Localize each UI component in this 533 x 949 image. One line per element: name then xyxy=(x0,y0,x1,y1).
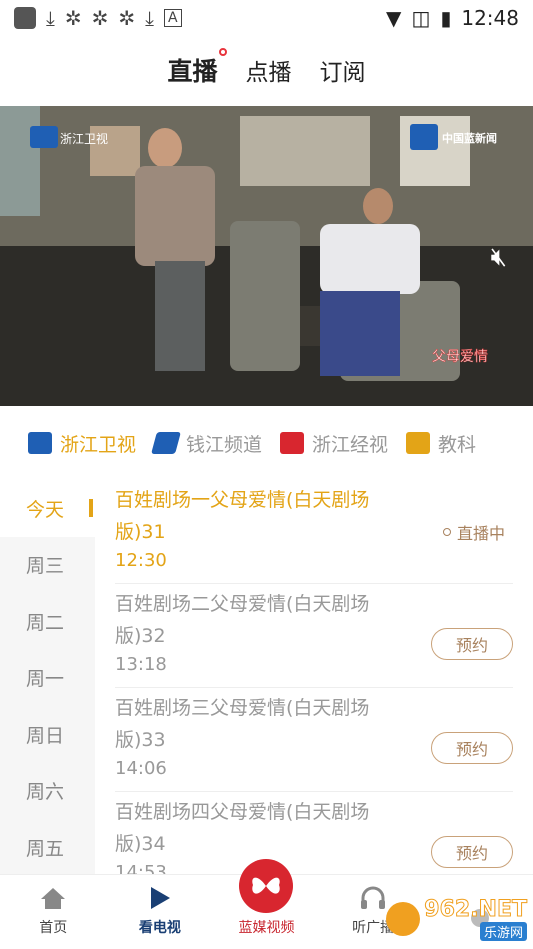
day-item-sun[interactable]: 周日 xyxy=(0,706,95,763)
bug-icon: ✲ xyxy=(91,6,109,30)
wifi-icon: ▼ xyxy=(386,6,402,30)
program-item[interactable]: 百姓剧场二父母爱情(白天剧场版)32 预约 13:18 xyxy=(115,584,513,688)
notification-icons: ⤓ ✲ ✲ ✲ ⤓ A xyxy=(14,6,182,30)
bottom-nav: 首页 看电视 蓝媒视频 听广播 962.NET 乐游网 xyxy=(0,859,533,949)
watermark: 962.NET 乐游网 xyxy=(386,897,527,941)
reserve-button[interactable]: 预约 xyxy=(431,732,513,764)
watermark-logo-icon xyxy=(386,902,421,936)
status-bar: ⤓ ✲ ✲ ✲ ⤓ A ▼ ◫ ▮ 12:48 xyxy=(0,0,533,36)
jingshi-logo-icon xyxy=(280,432,305,454)
app-icon xyxy=(14,7,36,29)
headphones-icon xyxy=(359,883,387,913)
play-icon xyxy=(149,883,171,913)
live-status: 直播中 xyxy=(442,520,505,544)
reserve-button[interactable]: 预约 xyxy=(431,628,513,660)
tab-live[interactable]: 直播 xyxy=(167,48,227,88)
corner-logo-text: 中国蓝新闻 xyxy=(442,132,497,145)
program-caption: 父母爱情 xyxy=(432,349,489,366)
tab-subscribe[interactable]: 订阅 xyxy=(320,53,366,87)
jiaoke-logo-icon xyxy=(406,432,431,454)
channel-selector: 浙江卫视 钱江频道 浙江经视 教科 xyxy=(0,418,533,468)
day-item-sat[interactable]: 周六 xyxy=(0,763,95,820)
download-icon: ⤓ xyxy=(46,6,55,30)
video-player[interactable]: 浙江卫视 中国蓝新闻 父母爱情 🔇︎ xyxy=(0,106,533,406)
program-title: 百姓剧场四父母爱情(白天剧场版)34 xyxy=(115,801,370,855)
program-title: 百姓剧场三父母爱情(白天剧场版)33 xyxy=(115,697,370,751)
download-icon: ⤓ xyxy=(145,6,154,30)
a-icon: A xyxy=(163,9,182,27)
channel-zhejiang-jingshi[interactable]: 浙江经视 xyxy=(280,430,388,457)
program-item[interactable]: 百姓剧场三父母爱情(白天剧场版)33 预约 14:06 xyxy=(115,688,513,792)
program-time: 13:18 xyxy=(115,654,167,675)
channel-logo-text: 浙江卫视 xyxy=(60,132,109,146)
live-ring-icon xyxy=(442,528,451,536)
nav-lanmei-video[interactable]: 蓝媒视频 xyxy=(213,859,320,949)
top-tabs: 直播 点播 订阅 xyxy=(0,44,533,96)
mute-icon[interactable]: 🔇︎ xyxy=(491,242,507,273)
bug-icon: ✲ xyxy=(118,6,136,30)
qianjiang-logo-icon xyxy=(151,432,181,454)
program-list: 百姓剧场一父母爱情(白天剧场版)31 直播中 12:30 百姓剧场二父母爱情(白… xyxy=(95,480,533,874)
battery-icon: ▮ xyxy=(440,6,452,30)
no-sim-icon: ◫ xyxy=(411,6,431,30)
clock: 12:48 xyxy=(461,6,519,30)
nav-tv[interactable]: 看电视 xyxy=(107,875,214,949)
channel-zhejiang-tv[interactable]: 浙江卫视 xyxy=(28,430,136,457)
program-title: 百姓剧场二父母爱情(白天剧场版)32 xyxy=(115,593,370,647)
program-time: 14:06 xyxy=(115,758,167,779)
day-item-wed[interactable]: 周三 xyxy=(0,537,95,594)
live-dot-icon xyxy=(218,48,227,56)
program-title: 百姓剧场一父母爱情(白天剧场版)31 xyxy=(115,489,370,543)
program-item[interactable]: 百姓剧场四父母爱情(白天剧场版)34 预约 14:53 xyxy=(115,792,513,874)
butterfly-icon xyxy=(239,859,294,913)
channel-qianjiang[interactable]: 钱江频道 xyxy=(151,430,262,457)
program-time: 14:53 xyxy=(115,862,167,874)
day-item-fri[interactable]: 周五 xyxy=(0,819,95,876)
zhejiang-tv-logo-icon xyxy=(28,432,52,454)
reserve-button[interactable]: 预约 xyxy=(431,836,513,868)
day-item-mon[interactable]: 周一 xyxy=(0,650,95,707)
channel-jiaoke[interactable]: 教科 xyxy=(406,430,476,457)
program-item[interactable]: 百姓剧场一父母爱情(白天剧场版)31 直播中 12:30 xyxy=(115,480,513,584)
bug-icon: ✲ xyxy=(64,6,82,30)
tab-vod[interactable]: 点播 xyxy=(246,53,292,87)
day-item-today[interactable]: 今天 xyxy=(0,480,95,537)
program-time: 12:30 xyxy=(115,550,167,571)
home-icon xyxy=(40,883,66,913)
day-item-tue[interactable]: 周二 xyxy=(0,593,95,650)
day-list: 今天 周三 周二 周一 周日 周六 周五 xyxy=(0,480,95,874)
nav-home[interactable]: 首页 xyxy=(0,875,107,949)
selected-indicator xyxy=(89,499,93,517)
